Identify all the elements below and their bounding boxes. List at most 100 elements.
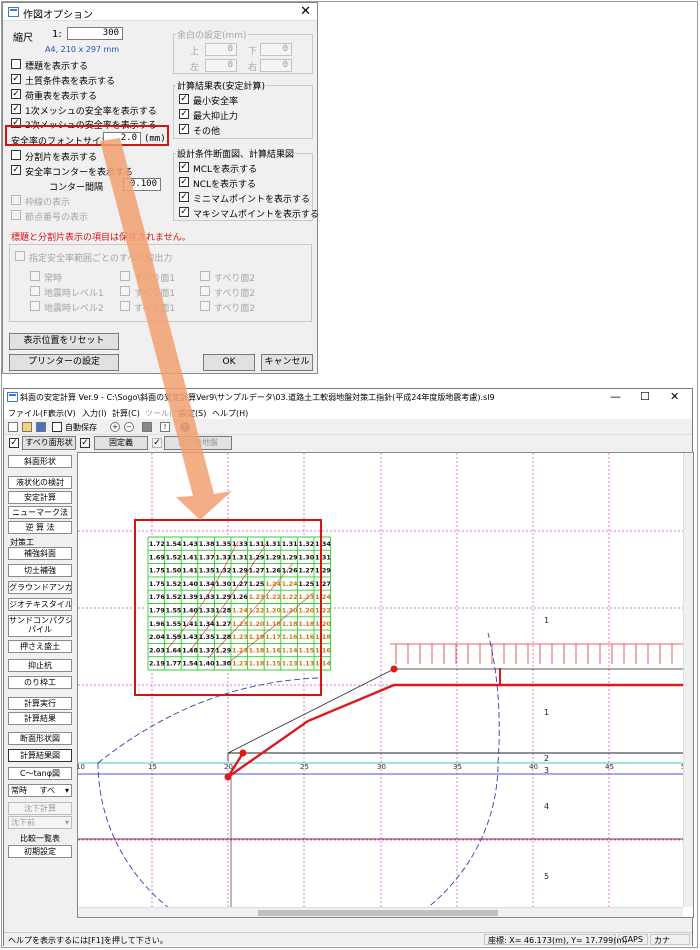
menu-calc[interactable]: 計算(C) [112,408,140,419]
margin-top-input[interactable]: 0 [205,43,237,56]
eq1-checkbox[interactable] [30,286,40,296]
normal-slip2-checkbox[interactable] [200,271,210,281]
c-tan-phi-button[interactable]: C〜tanφ図 [8,767,72,780]
min-safety-checkbox[interactable]: ✓ [179,94,189,104]
margin-bottom-input[interactable]: 0 [260,43,292,56]
save-icon[interactable] [36,422,46,432]
back-analysis-button[interactable]: 逆 算 法 [8,521,72,534]
cut-reinforcement-button[interactable]: 切土補強 [8,564,72,577]
settle-checkbox[interactable]: ✓ [152,438,162,448]
margin-left-input[interactable]: 0 [205,59,237,72]
eq2-checkbox[interactable] [30,301,40,311]
case-select-value: 常時 [11,786,27,795]
mcl-checkbox[interactable]: ✓ [179,162,189,172]
menu-input[interactable]: 入力(I) [82,408,107,419]
calc-result-diagram-button[interactable]: 計算結果図 [8,749,72,762]
reset-position-button[interactable]: 表示位置をリセット [9,333,119,350]
split-label: 分割片を表示する [25,153,98,163]
menu-view[interactable]: 表示(V) [48,408,76,419]
counterweight-fill-button[interactable]: 押さえ盛土 [8,640,72,653]
contour-interval-input[interactable]: 0.100 [123,178,161,191]
cancel-button[interactable]: キャンセル [261,354,313,371]
layer-label-2: 2 [544,754,549,763]
menu-tool[interactable]: ツール(T) [145,408,180,419]
section-shape-button[interactable]: 断面形状図 [8,732,72,745]
geotextile-button[interactable]: ジオテキスタイル [8,598,72,611]
run-calc-button[interactable]: 計算実行 [8,697,72,710]
fixed-def-checkbox[interactable]: ✓ [80,438,90,448]
help-icon[interactable]: ? [180,422,190,432]
frame-checkbox[interactable] [11,195,21,205]
zoom-in-icon[interactable]: + [110,422,120,432]
new-file-icon[interactable] [8,422,18,432]
warning-icon[interactable]: ! [160,422,170,432]
restraint-pile-button[interactable]: 抑止杭 [8,659,72,672]
settle-button[interactable]: 沈下後地盤 [164,436,232,450]
soil-table-label: 土質条件表を表示する [25,77,116,87]
mesh1-checkbox[interactable]: ✓ [11,104,21,114]
settlement-calc-button[interactable]: 沈下計算 [8,802,72,815]
autosave-checkbox[interactable] [52,422,62,432]
sand-compaction-button[interactable]: サンドコンパクション パイル [8,615,72,637]
slip-shape-button[interactable]: すべり面形状 [22,436,76,450]
slope-shape-button[interactable]: 斜面形状 [8,455,72,468]
tick-45: 45 [605,763,614,771]
slip-output-checkbox[interactable] [15,251,25,261]
eq1-slip2-checkbox[interactable] [200,286,210,296]
other-checkbox[interactable]: ✓ [179,124,189,134]
split-checkbox[interactable] [11,150,21,160]
title-checkbox[interactable] [11,59,21,69]
status-help: ヘルプを表示するには[F1]を押して下さい。 [8,936,168,945]
calc-result-button[interactable]: 計算結果 [8,712,72,725]
zoom-out-icon[interactable]: − [124,422,134,432]
ok-button[interactable]: OK [203,354,255,371]
minimize-icon[interactable]: — [610,390,621,403]
min-point-label: ミニマムポイントを表示する [193,195,311,205]
toolbar: 自動保存 + − ! ? [4,419,692,435]
case-select[interactable]: 常時 すべ ▾ [8,784,72,797]
scale-input[interactable]: 300 [67,27,123,40]
stability-calc-button[interactable]: 安定計算 [8,491,72,504]
print-icon[interactable] [142,422,152,432]
eq2-slip2-label: すべり面2 [214,304,256,314]
eq2-slip2-checkbox[interactable] [200,301,210,311]
min-point-marker [224,773,232,781]
open-folder-icon[interactable] [22,422,32,432]
horizontal-scrollbar[interactable] [78,907,683,917]
menu-file[interactable]: ファイル(F) [8,408,51,419]
initial-settings-button[interactable]: 初期設定 [8,845,72,858]
menu-help[interactable]: ヘルプ(H) [212,408,248,419]
newmark-button[interactable]: ニューマーク法 [8,506,72,519]
normal-slip1-checkbox[interactable] [120,271,130,281]
fixed-def-button[interactable]: 固定義 [94,436,148,450]
contour-checkbox[interactable]: ✓ [11,165,21,175]
settlement-select[interactable]: 沈下前 ▾ [8,816,72,829]
scale-label: 縮尺 [13,33,33,44]
scroll-thumb[interactable] [258,910,498,916]
slip-circle-lower [97,762,499,917]
close-icon[interactable]: ✕ [300,4,311,19]
normal-checkbox[interactable] [30,271,40,281]
window-close-icon[interactable]: ✕ [670,390,679,403]
vertical-scrollbar[interactable] [683,453,693,907]
ncl-checkbox[interactable]: ✓ [179,177,189,187]
eq2-slip1-checkbox[interactable] [120,301,130,311]
soil-table-checkbox[interactable]: ✓ [11,74,21,84]
menu-settings[interactable]: 設定(S) [179,408,206,419]
margin-right-input[interactable]: 0 [260,59,292,72]
liquefaction-button[interactable]: 液状化の検討 [8,476,72,489]
reinforced-slope-button[interactable]: 補強斜面 [8,547,72,560]
node-number-checkbox[interactable] [11,210,21,220]
warning-text: 標題と分割片表示の項目は保存されません。 [11,233,191,243]
ground-anchor-button[interactable]: グラウンドアンカー [8,581,72,594]
eq1-slip1-checkbox[interactable] [120,286,130,296]
load-table-checkbox[interactable]: ✓ [11,89,21,99]
max-point-checkbox[interactable]: ✓ [179,207,189,217]
max-restraint-checkbox[interactable]: ✓ [179,109,189,119]
printer-settings-button[interactable]: プリンターの設定 [9,354,119,371]
min-point-checkbox[interactable]: ✓ [179,192,189,202]
maximize-icon[interactable]: ☐ [640,390,650,403]
paper-size: A4, 210 x 297 mm [45,45,120,54]
slip-shape-checkbox[interactable]: ✓ [9,438,19,448]
slope-frame-button[interactable]: のり枠工 [8,676,72,689]
